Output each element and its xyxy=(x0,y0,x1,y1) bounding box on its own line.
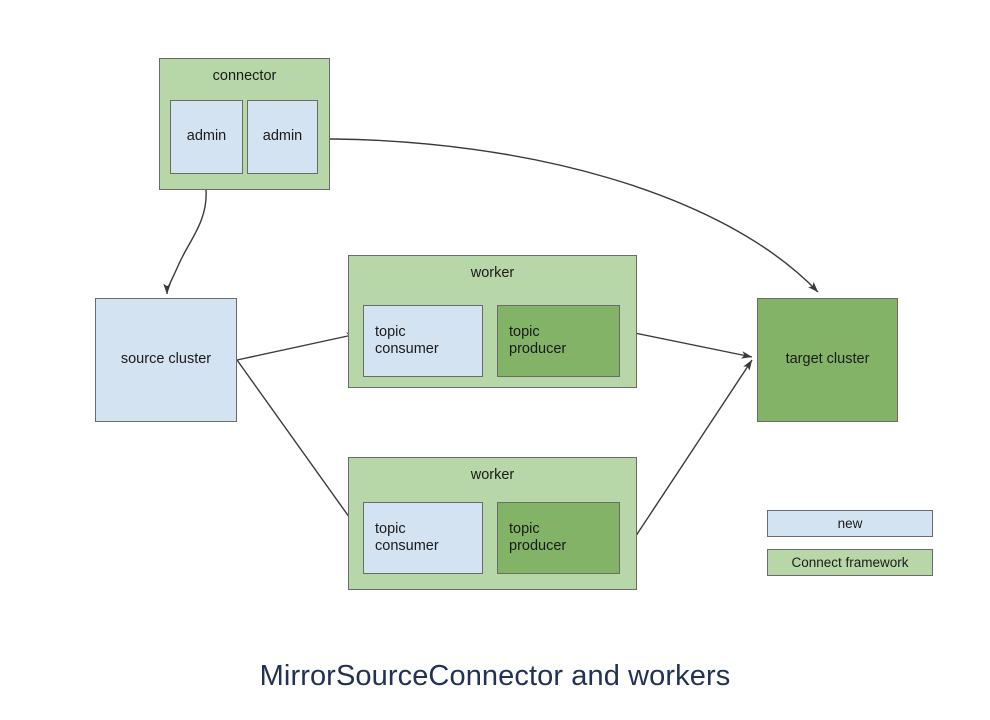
topic-consumer-1[interactable]: topic consumer xyxy=(363,305,483,377)
topic-consumer-2-line2: consumer xyxy=(375,538,439,554)
topic-consumer-2-label: topic consumer xyxy=(375,521,439,555)
admin-box-1-label: admin xyxy=(186,128,227,145)
topic-producer-2[interactable]: topic producer xyxy=(497,502,620,574)
worker-1-label: worker xyxy=(470,265,515,281)
legend-item-new: new xyxy=(767,510,933,537)
topic-consumer-2-line1: topic xyxy=(375,520,406,537)
topic-producer-1-label: topic producer xyxy=(509,324,566,358)
edge-admin1-to-source-cluster xyxy=(163,189,207,295)
topic-consumer-1-label: topic consumer xyxy=(375,324,439,358)
topic-producer-2-line2: producer xyxy=(509,538,567,554)
admin-box-1[interactable]: admin xyxy=(170,100,243,174)
legend-item-connect-framework: Connect framework xyxy=(767,549,933,576)
topic-consumer-1-line2: consumer xyxy=(375,341,439,357)
connector-label: connector xyxy=(212,68,277,84)
diagram-canvas: connector admin admin source cluster tar… xyxy=(0,0,990,720)
topic-producer-1-line1: topic xyxy=(509,323,540,340)
topic-consumer-2[interactable]: topic consumer xyxy=(363,502,483,574)
target-cluster-node[interactable]: target cluster xyxy=(757,298,898,422)
topic-producer-2-label: topic producer xyxy=(509,521,566,555)
topic-producer-2-line1: topic xyxy=(509,520,540,537)
admin-box-2-label: admin xyxy=(262,128,303,145)
admin-box-2[interactable]: admin xyxy=(247,100,318,174)
edge-worker2-producer-to-target-cluster xyxy=(619,359,753,561)
worker-2-label: worker xyxy=(470,467,515,483)
edge-source-cluster-to-worker1-consumer xyxy=(236,332,358,361)
diagram-title: MirrorSourceConnector and workers xyxy=(259,660,731,692)
legend-item-new-label: new xyxy=(837,515,863,531)
source-cluster-label: source cluster xyxy=(120,351,212,368)
topic-consumer-1-line1: topic xyxy=(375,323,406,340)
topic-producer-1[interactable]: topic producer xyxy=(497,305,620,377)
legend-item-connect-framework-label: Connect framework xyxy=(791,554,909,570)
target-cluster-label: target cluster xyxy=(785,351,870,368)
edge-source-cluster-to-worker2-consumer xyxy=(236,359,358,529)
source-cluster-node[interactable]: source cluster xyxy=(95,298,237,422)
edge-worker1-producer-to-target-cluster xyxy=(619,329,753,359)
topic-producer-1-line2: producer xyxy=(509,341,567,357)
